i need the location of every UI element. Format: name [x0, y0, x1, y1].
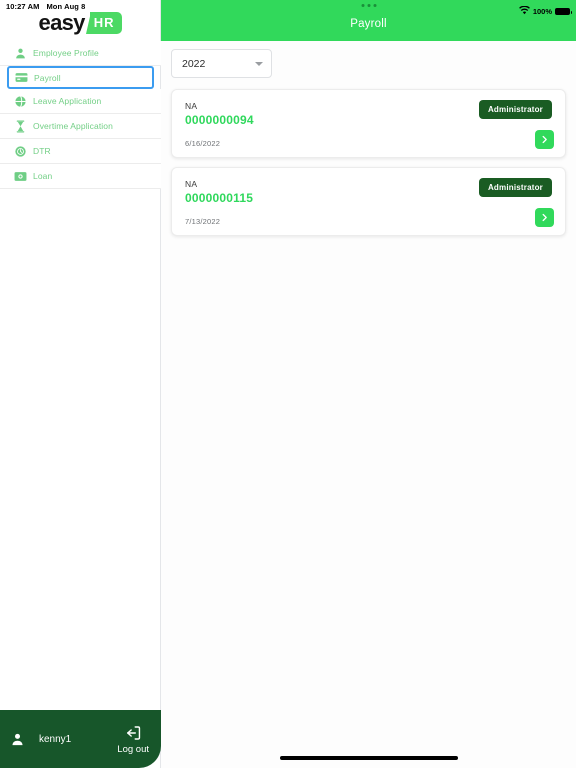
sidebar-item-label: Payroll — [34, 72, 61, 83]
sidebar-item-label: DTR — [33, 146, 51, 156]
page-title: Payroll — [350, 18, 387, 30]
sidebar-item-label: Employee Profile — [33, 48, 99, 58]
chevron-right-icon — [540, 131, 549, 149]
logo-text-easy: easy — [38, 10, 86, 35]
logo-slash-shape — [85, 12, 91, 34]
user-footer-bar: kenny1 Log out — [0, 710, 161, 768]
sidebar-item-leave-application[interactable]: Leave Application — [0, 89, 161, 114]
role-badge[interactable]: Administrator — [478, 178, 552, 197]
year-filter-value: 2022 — [182, 57, 206, 70]
avatar — [9, 731, 25, 747]
payroll-card[interactable]: NA 0000000094 6/16/2022 Administrator — [171, 89, 566, 158]
sidebar-item-dtr[interactable]: DTR — [0, 139, 161, 164]
sidebar: 10:27 AM Mon Aug 8 easy HR Employee Profil… — [0, 0, 161, 768]
payroll-card[interactable]: NA 0000000115 7/13/2022 Administrator — [171, 167, 566, 236]
sidebar-item-label: Overtime Application — [33, 121, 113, 131]
payroll-detail-button[interactable] — [535, 130, 554, 149]
sidebar-nav: Employee Profile Payroll Leave Applicati… — [0, 41, 161, 189]
battery-full-icon — [555, 7, 572, 15]
sidebar-item-loan[interactable]: Loan — [0, 164, 161, 189]
content-area: 2022 NA 0000000094 6/16/2022 Administrat… — [161, 41, 576, 236]
status-time: 10:27 AM — [6, 2, 40, 11]
money-icon — [14, 170, 27, 183]
globe-icon — [14, 95, 27, 108]
battery-percent-label: 100% — [532, 6, 552, 16]
year-filter-select[interactable]: 2022 — [171, 49, 272, 78]
three-dots-icon[interactable] — [361, 4, 376, 7]
logout-button[interactable]: Log out — [117, 724, 149, 755]
person-icon — [14, 47, 27, 60]
logout-icon — [124, 724, 142, 742]
chevron-down-icon — [255, 61, 263, 66]
sidebar-item-employee-profile[interactable]: Employee Profile — [0, 41, 161, 66]
sidebar-item-overtime-application[interactable]: Overtime Application — [0, 114, 161, 139]
payroll-date: 7/13/2022 — [185, 217, 221, 226]
sidebar-item-label: Loan — [33, 171, 53, 181]
hourglass-icon — [14, 120, 27, 133]
username-label: kenny1 — [39, 733, 72, 745]
logo-text-hr: HR — [89, 12, 123, 34]
payroll-date: 6/16/2022 — [185, 139, 221, 148]
app-logo: easy HR — [0, 12, 161, 34]
main-panel: 100% Payroll 2022 NA 0000000094 6/16/202… — [161, 0, 576, 768]
app-window: 10:27 AM Mon Aug 8 easy HR Employee Profil… — [0, 0, 576, 768]
role-badge[interactable]: Administrator — [478, 100, 552, 119]
home-indicator[interactable] — [279, 756, 458, 760]
card-icon — [15, 71, 28, 84]
clock-icon — [14, 145, 27, 158]
app-header: 100% Payroll — [161, 0, 576, 41]
payroll-detail-button[interactable] — [535, 208, 554, 227]
sidebar-item-payroll[interactable]: Payroll — [2, 66, 159, 90]
sidebar-item-label: Leave Application — [33, 96, 102, 106]
chevron-right-icon — [540, 209, 549, 227]
logout-label: Log out — [117, 743, 149, 755]
